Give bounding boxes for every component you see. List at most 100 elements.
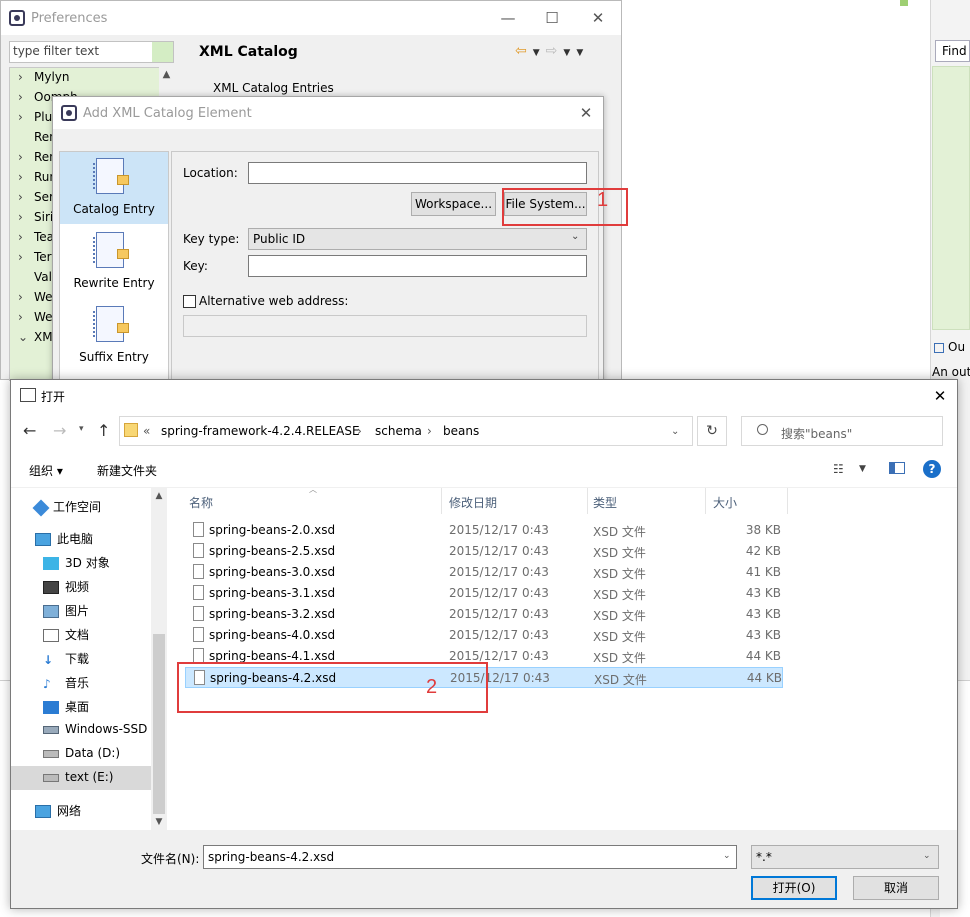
breadcrumb-item[interactable]: schema bbox=[375, 424, 422, 438]
menu-dropdown-icon[interactable]: ▼ bbox=[576, 48, 583, 58]
file-row[interactable]: spring-beans-4.0.xsd 2015/12/17 0:43 XSD 文… bbox=[185, 625, 783, 646]
history-nav[interactable]: ⇦ ▼ ⇨ ▼ ▼ bbox=[515, 43, 583, 59]
column-separator[interactable] bbox=[705, 488, 706, 514]
close-button[interactable]: ✕ bbox=[571, 101, 601, 125]
back-arrow-icon[interactable]: ← bbox=[23, 421, 36, 440]
nav-item-desktop[interactable]: 桌面 bbox=[43, 698, 89, 720]
chevron-down-icon[interactable]: ▼ bbox=[859, 464, 866, 474]
column-header-type[interactable]: 类型 bbox=[593, 494, 617, 511]
tree-item[interactable]: Ren bbox=[18, 130, 57, 150]
filename-input[interactable]: spring-beans-4.2.xsd bbox=[203, 845, 737, 869]
nav-item-pictures[interactable]: 图片 bbox=[43, 602, 89, 624]
column-header-name[interactable]: 名称 bbox=[189, 494, 213, 511]
workspace-button[interactable]: Workspace... bbox=[411, 192, 496, 216]
chevron-down-icon[interactable]: ⌄ bbox=[923, 851, 931, 861]
file-type-select[interactable]: *.* bbox=[751, 845, 939, 869]
tree-item[interactable]: › Mylyn bbox=[18, 70, 70, 90]
tasks-tab[interactable] bbox=[932, 0, 970, 10]
column-separator[interactable] bbox=[441, 488, 442, 514]
close-button[interactable]: ✕ bbox=[583, 6, 613, 30]
forward-arrow-icon[interactable]: ⇨ bbox=[546, 43, 558, 59]
scrollbar-thumb[interactable] bbox=[153, 634, 165, 814]
nav-item-windows-ssd[interactable]: Windows-SSD bbox=[43, 722, 147, 744]
rewrite-entry-item[interactable]: Rewrite Entry bbox=[60, 226, 168, 298]
close-button[interactable]: ✕ bbox=[925, 384, 955, 408]
tree-expand-icon[interactable]: › bbox=[18, 250, 34, 264]
tree-expand-icon[interactable]: › bbox=[18, 310, 34, 324]
tree-expand-icon[interactable]: › bbox=[18, 210, 34, 224]
tree-expand-icon[interactable]: › bbox=[18, 190, 34, 204]
tree-expand-icon[interactable]: › bbox=[18, 90, 34, 104]
nav-item-text-e[interactable]: text (E:) bbox=[43, 770, 114, 792]
breadcrumb-item[interactable]: beans bbox=[443, 424, 479, 438]
refresh-button[interactable]: ↻ bbox=[697, 416, 727, 446]
nav-item-data-d[interactable]: Data (D:) bbox=[43, 746, 120, 768]
outline-tab[interactable]: Ou bbox=[932, 340, 970, 362]
column-separator[interactable] bbox=[587, 488, 588, 514]
key-type-select[interactable]: Public ID bbox=[248, 228, 587, 250]
tree-item[interactable]: ⌄ XM bbox=[18, 330, 53, 350]
new-folder-button[interactable]: 新建文件夹 bbox=[97, 462, 157, 479]
file-row[interactable]: spring-beans-2.0.xsd 2015/12/17 0:43 XSD 文… bbox=[185, 520, 783, 541]
help-icon[interactable]: ? bbox=[923, 460, 941, 478]
catalog-entry-item[interactable]: Catalog Entry bbox=[60, 152, 168, 224]
breadcrumb-overflow[interactable]: « bbox=[143, 424, 150, 438]
breadcrumb-item[interactable]: spring-framework-4.2.4.RELEASE bbox=[161, 424, 360, 438]
tree-item[interactable]: › Ren bbox=[18, 150, 57, 170]
nav-item-downloads[interactable]: ↓ 下载 bbox=[43, 650, 89, 672]
back-dropdown-icon[interactable]: ▼ bbox=[533, 48, 540, 58]
column-separator[interactable] bbox=[787, 488, 788, 514]
file-row[interactable]: spring-beans-3.1.xsd 2015/12/17 0:43 XSD 文… bbox=[185, 583, 783, 604]
chevron-down-icon[interactable]: ⌄ bbox=[571, 231, 579, 242]
tree-item[interactable]: › Terr bbox=[18, 250, 56, 270]
chevron-down-icon[interactable]: ⌄ bbox=[723, 851, 731, 861]
breadcrumb-separator[interactable]: › bbox=[357, 424, 362, 438]
tree-expand-icon[interactable]: ⌄ bbox=[18, 330, 34, 344]
filter-input[interactable]: type filter text bbox=[9, 41, 174, 63]
file-row[interactable]: spring-beans-3.0.xsd 2015/12/17 0:43 XSD 文… bbox=[185, 562, 783, 583]
tree-item[interactable]: Vali bbox=[18, 270, 55, 290]
column-header-size[interactable]: 大小 bbox=[713, 494, 737, 511]
up-arrow-icon[interactable]: ↑ bbox=[97, 421, 110, 440]
tree-expand-icon[interactable]: › bbox=[18, 290, 34, 304]
file-icon bbox=[193, 606, 204, 621]
organize-button[interactable]: 组织 ▾ bbox=[29, 462, 63, 479]
suffix-entry-item[interactable]: Suffix Entry bbox=[60, 300, 168, 372]
key-input[interactable] bbox=[248, 255, 587, 277]
nav-item-documents[interactable]: 文档 bbox=[43, 626, 89, 648]
nav-item-music[interactable]: ♪ 音乐 bbox=[43, 674, 89, 696]
preview-pane-icon[interactable] bbox=[889, 462, 905, 474]
file-row[interactable]: spring-beans-3.2.xsd 2015/12/17 0:43 XSD 文… bbox=[185, 604, 783, 625]
nav-item-3d-objects[interactable]: 3D 对象 bbox=[43, 554, 110, 576]
nav-item-workspace[interactable]: 工作空间 bbox=[32, 498, 101, 520]
scroll-up-icon[interactable]: ▲ bbox=[151, 488, 167, 504]
minimize-button[interactable]: — bbox=[493, 6, 523, 30]
column-header-date[interactable]: 修改日期 bbox=[449, 494, 497, 511]
forward-arrow-icon[interactable]: → bbox=[53, 421, 66, 440]
alternative-web-address-checkbox[interactable] bbox=[183, 295, 196, 308]
nav-item-videos[interactable]: 视频 bbox=[43, 578, 89, 600]
cancel-button[interactable]: 取消 bbox=[853, 876, 939, 900]
tree-expand-icon[interactable]: › bbox=[18, 110, 34, 124]
forward-dropdown-icon[interactable]: ▼ bbox=[563, 48, 570, 58]
file-row[interactable]: spring-beans-2.5.xsd 2015/12/17 0:43 XSD 文… bbox=[185, 541, 783, 562]
tree-expand-icon[interactable]: › bbox=[18, 70, 34, 84]
nav-item-network[interactable]: 网络 bbox=[35, 802, 81, 824]
open-button[interactable]: 打开(O) bbox=[751, 876, 837, 900]
tree-expand-icon[interactable]: › bbox=[18, 170, 34, 184]
nav-item-this-pc[interactable]: 此电脑 bbox=[35, 530, 93, 552]
scroll-up-icon[interactable]: ▲ bbox=[159, 67, 174, 83]
find-field[interactable]: Find bbox=[935, 40, 970, 62]
breadcrumb-separator[interactable]: › bbox=[427, 424, 432, 438]
scroll-down-icon[interactable]: ▼ bbox=[151, 814, 167, 830]
tree-expand-icon[interactable]: › bbox=[18, 230, 34, 244]
view-options-icon[interactable]: ☷ bbox=[833, 462, 844, 476]
chevron-down-icon[interactable]: ⌄ bbox=[671, 426, 679, 437]
dialog-titlebar[interactable] bbox=[11, 380, 957, 412]
maximize-button[interactable]: ☐ bbox=[537, 6, 567, 30]
tree-expand-icon[interactable]: › bbox=[18, 150, 34, 164]
tree-item[interactable]: › Tea bbox=[18, 230, 54, 250]
back-arrow-icon[interactable]: ⇦ bbox=[515, 43, 527, 59]
location-input[interactable] bbox=[248, 162, 587, 184]
recent-locations-icon[interactable]: ▾ bbox=[79, 424, 84, 434]
